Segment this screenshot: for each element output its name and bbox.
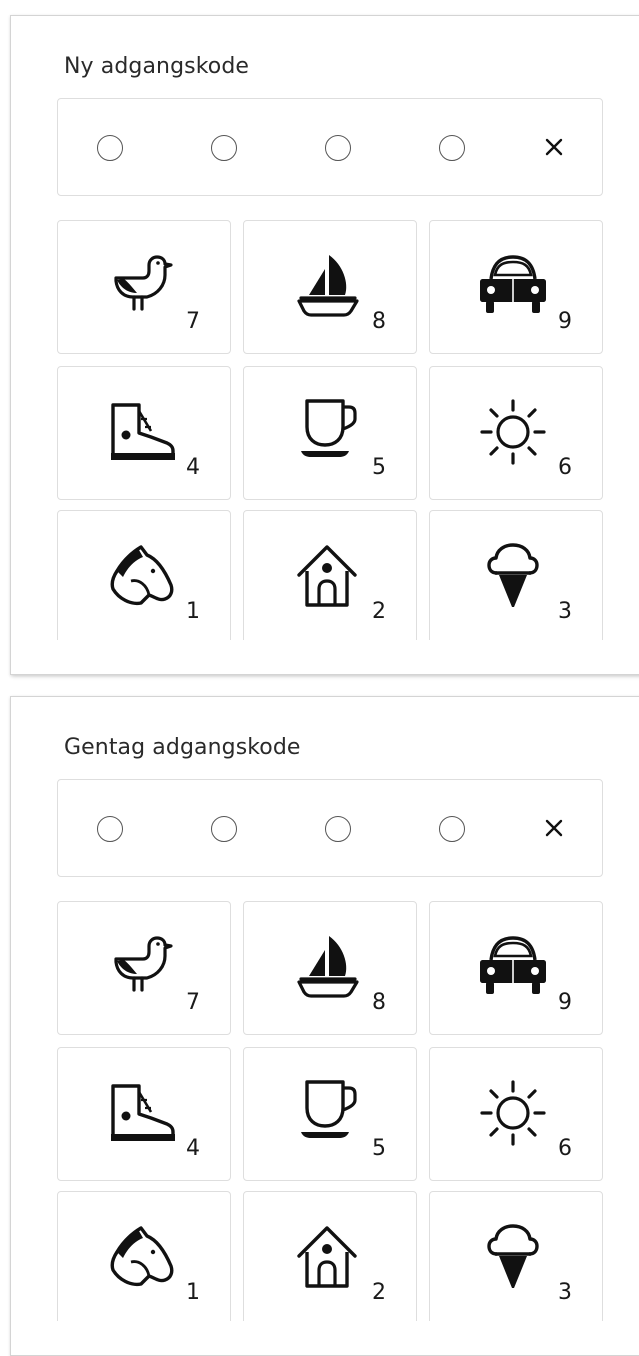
key-2[interactable]: 2: [243, 1191, 417, 1321]
key-digit: 9: [558, 990, 572, 1015]
key-digit: 9: [558, 309, 572, 334]
clear-button[interactable]: [535, 809, 573, 847]
key-8[interactable]: 8: [243, 220, 417, 354]
sneaker-icon-graphic: [111, 403, 175, 460]
key-digit: 3: [558, 1280, 572, 1305]
repeat-passcode-panel: Gentag adgangskode 7 8 9 4 5 6 1 2 3: [10, 696, 639, 1356]
birdhouse-icon: [287, 541, 367, 611]
passcode-slot-empty: [211, 816, 237, 842]
key-digit: 7: [186, 990, 200, 1015]
car-icon-graphic: [480, 936, 546, 994]
sun-icon-graphic: [480, 399, 546, 465]
sailboat-icon: [287, 251, 367, 321]
passcode-slot-empty: [97, 135, 123, 161]
sailboat-icon-graphic: [297, 936, 359, 998]
passcode-slot-empty: [325, 135, 351, 161]
passcode-slots: [57, 779, 603, 877]
key-digit: 5: [372, 1136, 386, 1161]
car-icon: [473, 932, 553, 1002]
key-1[interactable]: 1: [57, 1191, 231, 1321]
car-icon: [473, 251, 553, 321]
cup-icon-graphic: [301, 1080, 357, 1138]
cup-icon: [287, 397, 367, 467]
close-icon: [545, 138, 563, 156]
sneaker-icon: [101, 1078, 181, 1148]
ice-cream-icon-graphic: [487, 1224, 539, 1288]
bird-icon-graphic: [114, 255, 173, 311]
birdhouse-icon-graphic: [297, 545, 357, 607]
ice-cream-icon-graphic: [487, 543, 539, 607]
passcode-slot-empty: [439, 816, 465, 842]
key-3[interactable]: 3: [429, 510, 603, 640]
key-digit: 7: [186, 309, 200, 334]
panel-title: Ny adgangskode: [64, 54, 250, 79]
birdhouse-icon-graphic: [297, 1226, 357, 1288]
key-7[interactable]: 7: [57, 901, 231, 1035]
sailboat-icon-graphic: [297, 255, 359, 317]
key-6[interactable]: 6: [429, 366, 603, 500]
picture-keypad: 7 8 9 4 5 6 1 2 3: [57, 901, 603, 1321]
sneaker-icon-graphic: [111, 1084, 175, 1141]
passcode-slots: [57, 98, 603, 196]
key-4[interactable]: 4: [57, 366, 231, 500]
sneaker-icon: [101, 397, 181, 467]
car-icon-graphic: [480, 255, 546, 313]
key-3[interactable]: 3: [429, 1191, 603, 1321]
birdhouse-icon: [287, 1222, 367, 1292]
key-5[interactable]: 5: [243, 1047, 417, 1181]
sun-icon: [473, 397, 553, 467]
key-9[interactable]: 9: [429, 901, 603, 1035]
key-digit: 5: [372, 455, 386, 480]
key-digit: 2: [372, 599, 386, 624]
close-icon: [545, 819, 563, 837]
key-digit: 3: [558, 599, 572, 624]
passcode-slot-empty: [325, 816, 351, 842]
key-digit: 8: [372, 990, 386, 1015]
key-4[interactable]: 4: [57, 1047, 231, 1181]
bird-icon: [101, 932, 181, 1002]
key-digit: 1: [186, 599, 200, 624]
horse-head-icon-graphic: [110, 1226, 174, 1287]
key-digit: 4: [186, 455, 200, 480]
sun-icon: [473, 1078, 553, 1148]
key-8[interactable]: 8: [243, 901, 417, 1035]
key-5[interactable]: 5: [243, 366, 417, 500]
key-9[interactable]: 9: [429, 220, 603, 354]
key-digit: 4: [186, 1136, 200, 1161]
passcode-slot-empty: [211, 135, 237, 161]
key-6[interactable]: 6: [429, 1047, 603, 1181]
cup-icon-graphic: [301, 399, 357, 457]
key-1[interactable]: 1: [57, 510, 231, 640]
ice-cream-icon: [473, 1222, 553, 1292]
panel-title: Gentag adgangskode: [64, 735, 301, 760]
sun-icon-graphic: [480, 1080, 546, 1146]
clear-button[interactable]: [535, 128, 573, 166]
key-digit: 1: [186, 1280, 200, 1305]
bird-icon: [101, 251, 181, 321]
key-digit: 2: [372, 1280, 386, 1305]
passcode-slot-empty: [439, 135, 465, 161]
key-2[interactable]: 2: [243, 510, 417, 640]
horse-head-icon-graphic: [110, 545, 174, 606]
new-passcode-panel: Ny adgangskode 7 8 9 4 5 6 1 2 3: [10, 15, 639, 675]
key-7[interactable]: 7: [57, 220, 231, 354]
passcode-slot-empty: [97, 816, 123, 842]
key-digit: 8: [372, 309, 386, 334]
picture-keypad: 7 8 9 4 5 6 1 2 3: [57, 220, 603, 640]
horse-head-icon: [101, 541, 181, 611]
ice-cream-icon: [473, 541, 553, 611]
cup-icon: [287, 1078, 367, 1148]
key-digit: 6: [558, 1136, 572, 1161]
key-digit: 6: [558, 455, 572, 480]
bird-icon-graphic: [114, 936, 173, 992]
horse-head-icon: [101, 1222, 181, 1292]
sailboat-icon: [287, 932, 367, 1002]
